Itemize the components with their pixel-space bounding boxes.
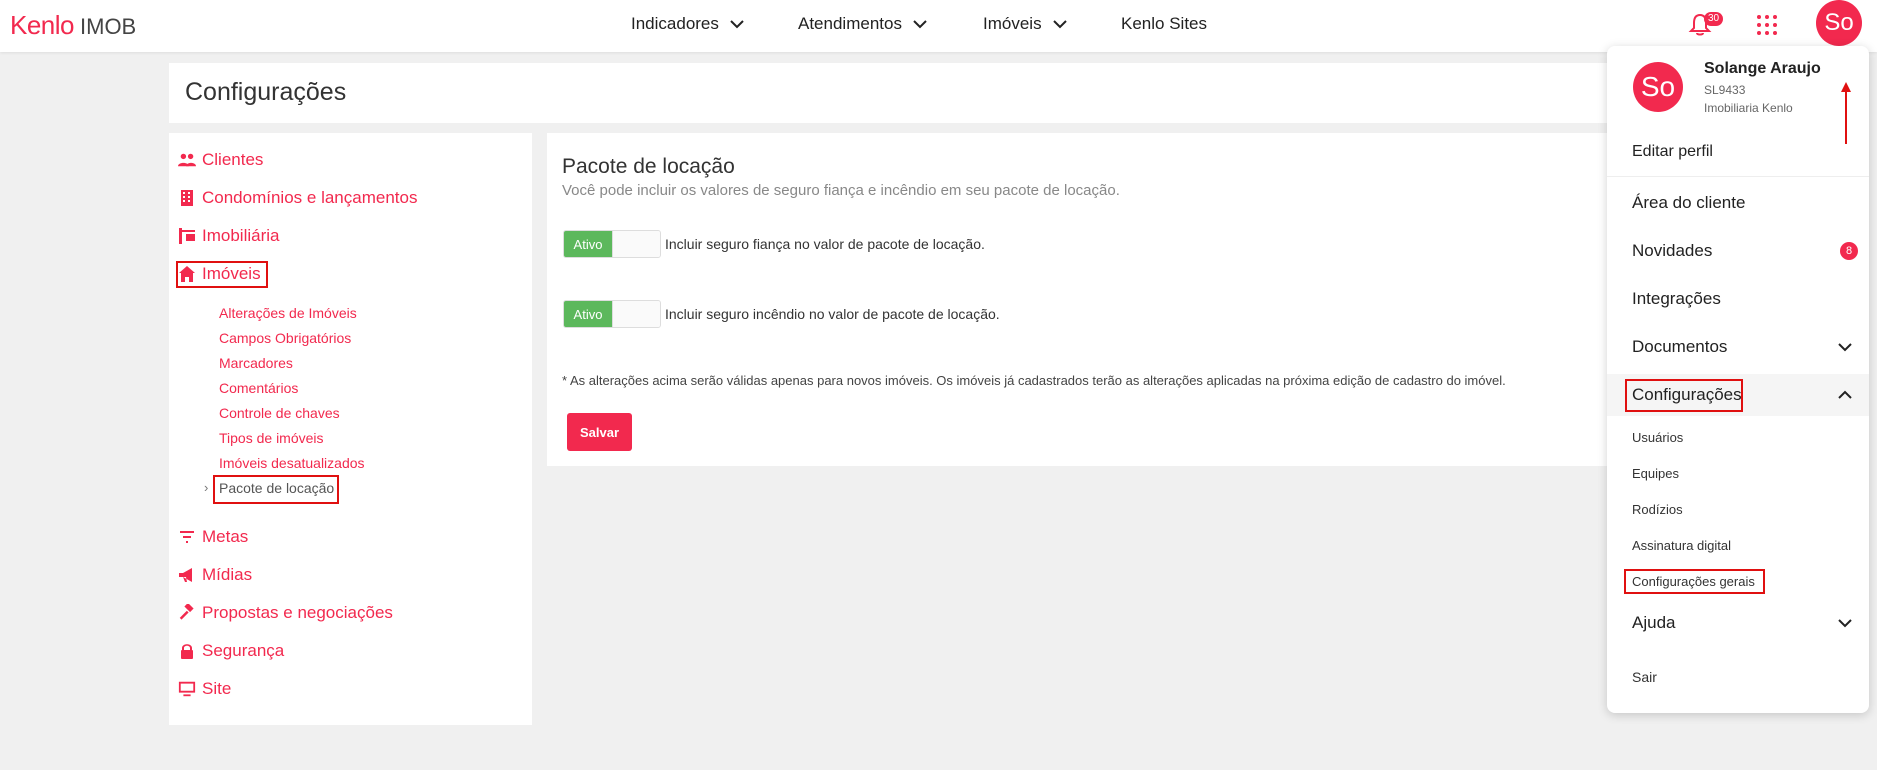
logout-link[interactable]: Sair — [1632, 669, 1657, 685]
building-icon — [181, 190, 193, 206]
sidebar-item-label: Propostas e negociações — [202, 603, 393, 622]
sidebar-item-imobiliaria[interactable]: Imobiliária — [178, 222, 279, 250]
apps-grid-icon[interactable] — [1757, 15, 1777, 35]
user-code: SL9433 — [1704, 83, 1746, 97]
nav-imoveis-label: Imóveis — [983, 14, 1042, 33]
sidebar-item-label: Segurança — [202, 641, 285, 660]
menu-item-ajuda[interactable]: Ajuda — [1632, 613, 1675, 633]
sidebar-subitem[interactable]: Alterações de Imóveis — [219, 305, 357, 321]
nav-indicadores-label: Indicadores — [631, 14, 719, 33]
highlight-box — [176, 261, 268, 288]
lock-icon — [181, 644, 193, 659]
save-button[interactable]: Salvar — [567, 413, 632, 451]
page-header: Configurações — [169, 63, 1779, 123]
chevron-down-icon — [913, 20, 927, 29]
sidebar-subitem[interactable]: Marcadores — [219, 355, 293, 371]
user-name: Solange Araujo — [1704, 60, 1821, 77]
divider — [1607, 176, 1869, 177]
nav-atendimentos[interactable]: Atendimentos — [798, 14, 928, 34]
gavel-icon — [179, 604, 194, 620]
sidebar-item-propostas[interactable]: Propostas e negociações — [178, 599, 393, 627]
sidebar-item-clientes[interactable]: Clientes — [178, 146, 263, 174]
sidebar-item-label: Clientes — [202, 150, 264, 169]
megaphone-icon — [179, 568, 192, 582]
chevron-down-icon[interactable] — [1837, 339, 1853, 355]
logo-product: IMOB — [80, 14, 137, 39]
sidebar-item-label: Site — [202, 679, 232, 698]
page-title: Configurações — [185, 78, 347, 106]
chevron-down-icon — [730, 20, 744, 29]
toggle-seguro-incendio[interactable]: Ativo — [563, 300, 661, 328]
user-company: Imobiliaria Kenlo — [1704, 101, 1793, 115]
menu-item-documentos[interactable]: Documentos — [1632, 337, 1727, 357]
nav-sites-label: Kenlo Sites — [1121, 14, 1207, 33]
toggle-seguro-incendio-label: Incluir seguro incêndio no valor de paco… — [665, 306, 1000, 322]
arrow-up-icon — [1841, 82, 1851, 144]
user-dropdown-menu: So Solange Araujo SL9433 Imobiliaria Ken… — [1607, 46, 1869, 713]
sidebar-item-midias[interactable]: Mídias — [178, 561, 252, 589]
highlight-box — [213, 475, 339, 504]
section-subtitle: Você pode incluir os valores de seguro f… — [562, 182, 1120, 199]
menu-item-integracoes[interactable]: Integrações — [1632, 289, 1721, 309]
sidebar: Clientes Condomínios e lançamentos Imobi… — [169, 133, 532, 725]
sidebar-subitem[interactable]: Campos Obrigatórios — [219, 330, 351, 346]
nav-imoveis[interactable]: Imóveis — [983, 14, 1068, 34]
filter-icon — [180, 531, 194, 543]
nav-indicadores[interactable]: Indicadores — [631, 14, 745, 34]
submenu-assinatura-digital[interactable]: Assinatura digital — [1632, 538, 1731, 553]
logo-brand: Kenlo — [10, 10, 75, 40]
toggle-seguro-fianca-label: Incluir seguro fiança no valor de pacote… — [665, 236, 985, 252]
sidebar-subitem[interactable]: Comentários — [219, 380, 298, 396]
section-title: Pacote de locação — [562, 155, 735, 178]
submenu-usuarios[interactable]: Usuários — [1632, 430, 1683, 445]
chevron-down-icon[interactable] — [1837, 615, 1853, 631]
sidebar-item-metas[interactable]: Metas — [178, 523, 248, 551]
sidebar-item-label: Condomínios e lançamentos — [202, 188, 418, 207]
user-avatar[interactable]: So — [1816, 0, 1862, 46]
submenu-rodizios[interactable]: Rodízios — [1632, 502, 1683, 517]
submenu-equipes[interactable]: Equipes — [1632, 466, 1679, 481]
highlight-box — [1625, 379, 1743, 412]
toggle-knob — [612, 231, 660, 257]
toggle-on-label: Ativo — [564, 231, 612, 257]
sidebar-subitem[interactable]: Tipos de imóveis — [219, 430, 324, 446]
chevron-down-icon — [1052, 20, 1067, 29]
sidebar-item-label: Imobiliária — [202, 226, 280, 245]
menu-item-novidades[interactable]: Novidades — [1632, 241, 1712, 261]
nav-kenlo-sites[interactable]: Kenlo Sites — [1121, 14, 1207, 34]
toggle-knob — [612, 301, 660, 327]
dropdown-avatar: So — [1633, 62, 1683, 112]
sidebar-item-condominios[interactable]: Condomínios e lançamentos — [178, 184, 417, 212]
kenlo-logo[interactable]: Kenlo IMOB — [10, 10, 136, 41]
toggle-on-label: Ativo — [564, 301, 612, 327]
chevron-up-icon[interactable] — [1837, 387, 1853, 403]
sidebar-item-label: Metas — [202, 527, 249, 546]
sidebar-item-seguranca[interactable]: Segurança — [178, 637, 284, 665]
sidebar-item-label: Mídias — [202, 565, 253, 584]
sign-icon — [179, 228, 195, 244]
nav-atendimentos-label: Atendimentos — [798, 14, 902, 33]
top-bar: Kenlo IMOB Indicadores Atendimentos Imóve… — [0, 0, 1877, 52]
notifications-badge: 30 — [1704, 12, 1724, 26]
users-icon — [178, 153, 196, 167]
sidebar-subitem[interactable]: Controle de chaves — [219, 405, 340, 421]
monitor-icon — [178, 681, 196, 697]
toggle-seguro-fianca[interactable]: Ativo — [563, 230, 661, 258]
chevron-right-icon: › — [204, 480, 209, 495]
sidebar-subitem[interactable]: Imóveis desatualizados — [219, 455, 365, 471]
edit-profile-link[interactable]: Editar perfil — [1632, 143, 1713, 161]
sidebar-item-site[interactable]: Site — [178, 675, 231, 703]
highlight-box — [1624, 569, 1765, 594]
menu-item-area-cliente[interactable]: Área do cliente — [1632, 193, 1745, 213]
novidades-badge: 8 — [1840, 242, 1858, 260]
info-note: * As alterações acima serão válidas apen… — [562, 373, 1506, 388]
